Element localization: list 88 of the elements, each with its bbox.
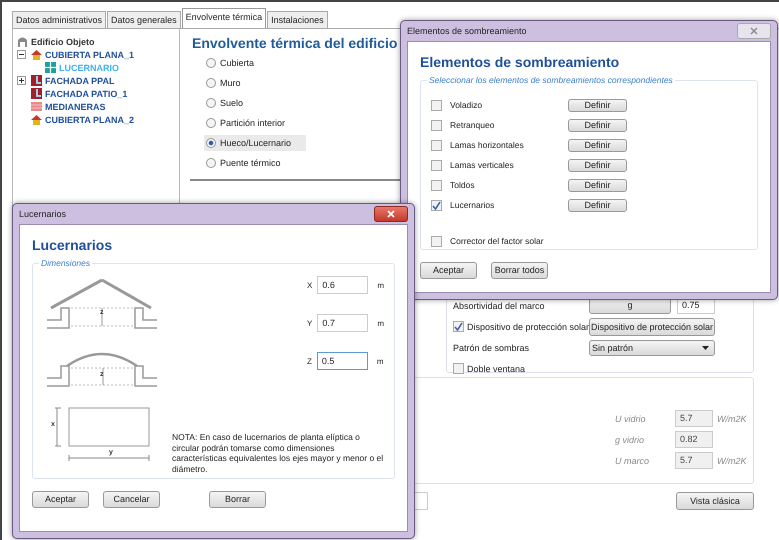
dialog-button[interactable]: Cancelar	[103, 491, 160, 508]
field-label: U marco	[615, 456, 650, 466]
collapse-icon[interactable]	[17, 50, 26, 59]
caret-icon	[702, 346, 709, 350]
grid-icon	[45, 62, 56, 73]
tree-item[interactable]: Edificio Objeto	[31, 36, 95, 46]
checkbox-label: Lucernarios	[450, 200, 496, 210]
section-heading: Envolvente térmica del edificio	[192, 35, 398, 51]
checkbox-label: Lamas verticales	[450, 160, 515, 170]
radio-option[interactable]: Cubierta	[204, 55, 306, 71]
define-button[interactable]: Definir	[568, 198, 627, 212]
radio-option[interactable]: Partición interior	[204, 115, 306, 131]
input-field: 0.82	[675, 431, 713, 448]
checkbox[interactable]	[431, 140, 442, 150]
group-label: Dimensiones	[39, 258, 92, 268]
checkbox-label: Lamas horizontales	[450, 140, 525, 150]
field-label: g vidrio	[615, 434, 646, 444]
tree-item[interactable]: MEDIANERAS	[45, 102, 106, 112]
checkbox[interactable]	[431, 236, 442, 246]
field-label: Z	[306, 356, 312, 366]
radio-option[interactable]: Puente térmico	[204, 155, 306, 171]
checkbox[interactable]	[431, 200, 442, 210]
close-icon	[750, 27, 758, 35]
tab[interactable]: Datos generales	[107, 11, 181, 28]
expand-icon[interactable]	[17, 76, 26, 85]
tree-item[interactable]: FACHADA PATIO_1	[45, 88, 128, 98]
radio-option[interactable]: Suelo	[204, 95, 306, 111]
checkbox[interactable]	[431, 120, 442, 130]
building-icon	[17, 36, 28, 47]
classic-view-button[interactable]: Vista clásica	[676, 492, 754, 510]
tab[interactable]: Envolvente térmica	[182, 8, 266, 28]
window-title: Lucernarios	[19, 209, 66, 219]
checkbox-label: Retranqueo	[450, 120, 496, 130]
dialog-button[interactable]: Borrar todos	[491, 262, 548, 279]
field-label: Y	[306, 318, 312, 328]
field-label: U vidrio	[615, 414, 647, 424]
tab[interactable]: Datos administrativos	[12, 11, 106, 28]
tree-item[interactable]: FACHADA PPAL	[45, 76, 114, 86]
input-field[interactable]: 0.6	[317, 276, 368, 294]
input-field: 5.7	[675, 452, 713, 469]
input-field[interactable]: 0.5	[316, 352, 368, 370]
unit-label: m	[377, 318, 384, 328]
dialog-button[interactable]: Aceptar	[420, 262, 477, 279]
checkbox-label: Toldos	[450, 180, 476, 190]
radio-option[interactable]: Muro	[204, 75, 306, 91]
close-icon	[387, 210, 395, 218]
checkbox-label: Corrector del factor solar	[450, 236, 545, 246]
tree-item[interactable]: CUBIERTA PLANA_1	[45, 50, 134, 60]
dropdown[interactable]: Sin patrón	[589, 340, 715, 356]
define-button[interactable]: Definir	[568, 118, 627, 132]
checkbox-label: Dispositivo de protección solar	[467, 322, 590, 332]
checkbox-label: Voladizo	[450, 100, 484, 110]
dialog-button[interactable]: Borrar	[209, 491, 266, 508]
checkbox[interactable]	[453, 363, 464, 374]
house-icon	[31, 114, 42, 125]
unit-label: W/m2K	[717, 414, 747, 424]
checkbox[interactable]	[431, 160, 442, 170]
brick-icon	[31, 101, 42, 112]
define-button[interactable]: Definir	[568, 158, 627, 172]
unit-label: W/m2K	[717, 456, 747, 466]
checkbox-label: Doble ventana	[467, 364, 526, 374]
define-button[interactable]: Definir	[568, 98, 627, 112]
wall-icon	[31, 75, 42, 86]
note-text: NOTA: En caso de lucernarios de planta elíptica o circular podrán tomarse como dimensiones características equivalentes los ejes mayor y menor o el diámetro.	[172, 432, 384, 474]
group-label: Seleccionar los elementos de sombreamientos correspondientes	[427, 75, 675, 85]
wall-icon	[31, 88, 42, 99]
house-icon	[31, 49, 42, 60]
close-button[interactable]	[374, 206, 408, 222]
field-label: X	[306, 280, 312, 290]
radio-option[interactable]: Hueco/Lucernario	[204, 135, 306, 151]
field-label: Patrón de sombras	[453, 342, 530, 352]
input-field: 5.7	[675, 410, 713, 427]
solar-protection-button[interactable]: Dispositivo de protección solar	[589, 318, 715, 336]
window-title: Elementos de sombreamiento	[407, 26, 527, 36]
define-button[interactable]: Definir	[568, 178, 627, 192]
dialog-heading: Lucernarios	[32, 237, 114, 253]
checkbox[interactable]	[431, 180, 442, 190]
tab[interactable]: Instalaciones	[267, 11, 328, 28]
input-field[interactable]: 0.7	[317, 314, 368, 332]
checkbox[interactable]	[453, 321, 464, 332]
checkbox[interactable]	[431, 100, 442, 110]
dialog-heading: Elementos de sombreamiento	[420, 54, 620, 70]
field-label: Absortividad del marco	[453, 300, 546, 310]
tree-item[interactable]: CUBIERTA PLANA_2	[45, 114, 134, 124]
dialog-button[interactable]: Aceptar	[32, 491, 89, 508]
unit-label: m	[376, 356, 384, 366]
unit-label: m	[377, 280, 384, 290]
define-button[interactable]: Definir	[568, 138, 627, 152]
